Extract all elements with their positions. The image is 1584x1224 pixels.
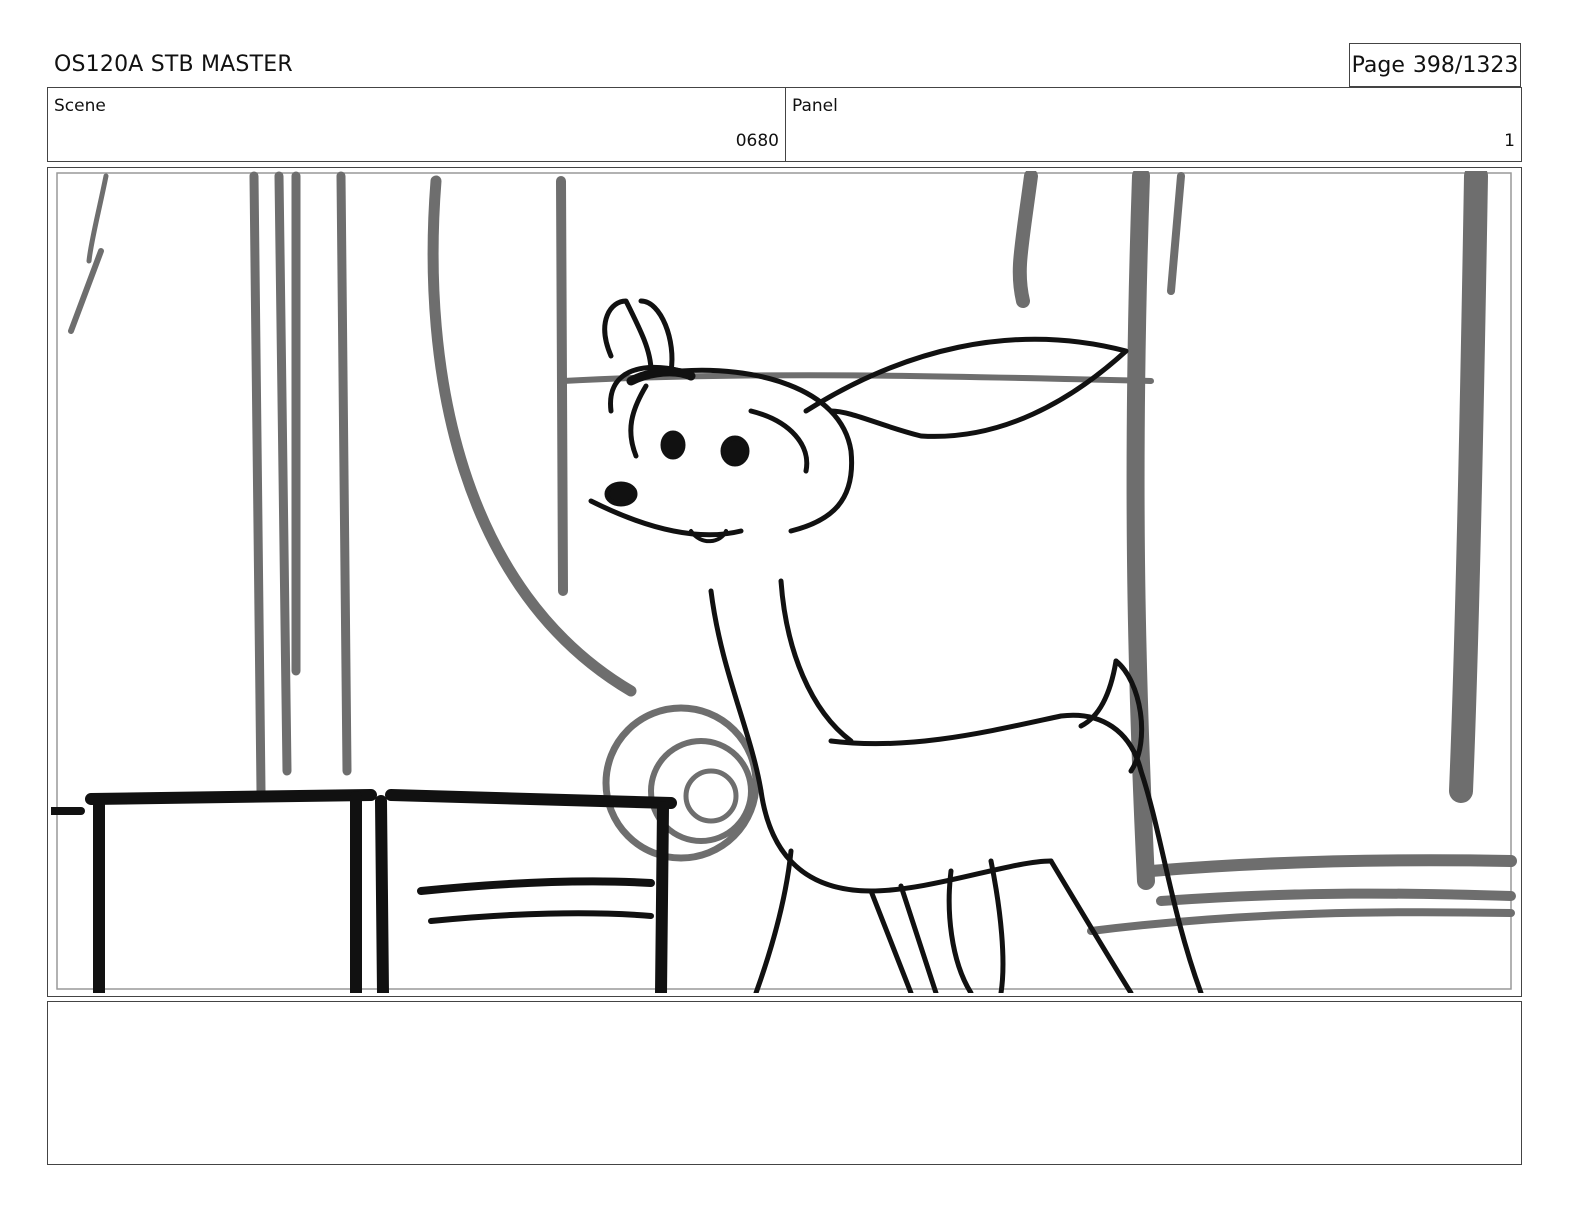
- panel-number: 1: [1504, 131, 1515, 151]
- storyboard-sketch: [51, 171, 1517, 993]
- scene-label: Scene: [54, 96, 106, 116]
- page-indicator: Page 398/1323: [1349, 43, 1521, 87]
- scene-cell: Scene 0680: [48, 88, 786, 161]
- scene-number: 0680: [735, 131, 779, 151]
- panel-label: Panel: [792, 96, 838, 116]
- page-label: Page: [1351, 52, 1405, 78]
- document-title: OS120A STB MASTER: [54, 52, 293, 77]
- panel-cell: Panel 1: [786, 88, 1521, 161]
- crate-sketch: [51, 789, 677, 993]
- deer-character-sketch: [588, 298, 1204, 993]
- scene-panel-info-row: Scene 0680 Panel 1: [47, 87, 1522, 162]
- background-lines: [68, 171, 1517, 935]
- panel-notes-box: [47, 1001, 1522, 1165]
- page-number: 398/1323: [1412, 52, 1519, 78]
